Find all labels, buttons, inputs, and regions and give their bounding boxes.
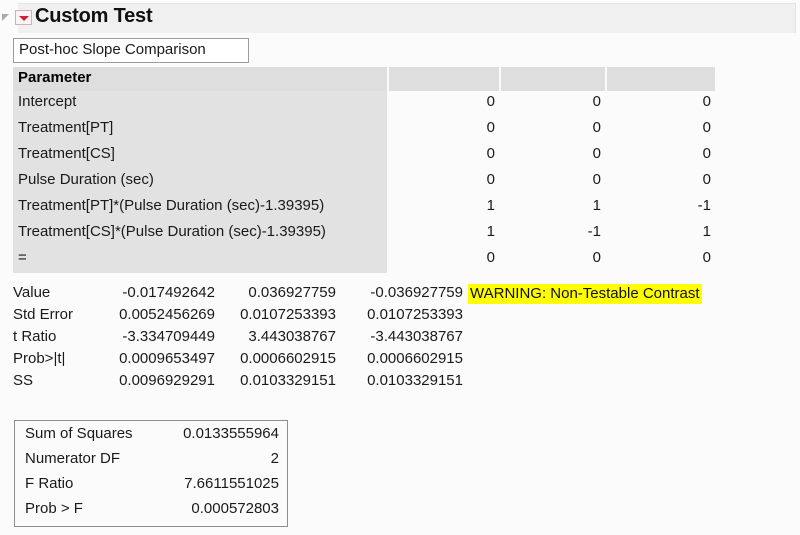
contrast-coefficient-cell[interactable]: 0 (389, 119, 495, 136)
contrast-coefficient-cell[interactable]: 1 (389, 197, 495, 214)
parameter-name-cell: = (13, 247, 387, 273)
contrast-statistics-block: Value -0.017492642 0.036927759 -0.036927759… (13, 284, 793, 394)
statistic-row: t Ratio -3.334709449 3.443038767 -3.4430387… (13, 328, 793, 350)
parameter-name-cell: Treatment[CS]*(Pulse Duration (sec)-1.39… (13, 221, 387, 247)
table-row: Pulse Duration (sec) 0 0 0 (13, 169, 715, 195)
disclosure-triangle-icon[interactable] (2, 14, 9, 21)
statistic-label: SS (13, 372, 34, 389)
contrast-coefficient-cell[interactable]: 1 (607, 223, 711, 240)
statistic-row: Prob>|t| 0.0009653497 0.0006602915 0.000660… (13, 350, 793, 372)
parameter-name-label: Intercept (18, 93, 77, 110)
contrast-coefficient-cell[interactable]: 0 (501, 145, 601, 162)
statistic-value: -0.017492642 (122, 284, 215, 301)
statistic-label: Std Error (13, 306, 74, 323)
contrast-coefficient-cell[interactable]: -1 (501, 223, 601, 240)
page-title: Custom Test (35, 5, 153, 27)
statistic-value: 0.0107253393 (367, 306, 463, 323)
table-row: Treatment[PT] 0 0 0 (13, 117, 715, 143)
custom-test-outline-header[interactable]: Custom Test (0, 0, 800, 33)
contrast-coefficient-cell[interactable]: 0 (501, 249, 601, 266)
summary-value: 0.000572803 (191, 500, 279, 517)
statistic-value: 0.0006602915 (367, 350, 463, 367)
parameter-name-label: Treatment[PT]*(Pulse Duration (sec)-1.39… (18, 197, 325, 214)
status-badge: WARNING: Non-Testable Contrast (468, 284, 702, 304)
column-header-contrast-3[interactable] (607, 67, 715, 91)
parameter-table-header-row: Parameter (13, 67, 715, 91)
summary-row: Numerator DF 2 (25, 450, 279, 475)
test-name-input[interactable]: Post-hoc Slope Comparison (13, 38, 249, 63)
contrast-coefficient-cell[interactable]: 0 (501, 171, 601, 188)
statistic-value: 3.443038767 (248, 328, 336, 345)
parameter-table-body: Intercept 0 0 0 Treatment[PT] 0 0 0 Treatment[CS… (13, 91, 715, 273)
column-header-contrast-1[interactable] (389, 67, 499, 91)
parameter-name-cell: Treatment[PT] (13, 117, 387, 143)
parameter-name-cell: Intercept (13, 91, 387, 117)
statistic-value: 0.0009653497 (119, 350, 215, 367)
test-name-value: Post-hoc Slope Comparison (19, 41, 206, 58)
contrast-coefficient-cell[interactable]: 0 (607, 93, 711, 110)
summary-label: Numerator DF (25, 450, 121, 467)
parameter-name-label: Treatment[CS] (18, 145, 115, 162)
parameter-name-label: Pulse Duration (sec) (18, 171, 154, 188)
ftest-summary-box: Sum of Squares 0.0133555964 Numerator DF 2 F… (14, 420, 288, 527)
contrast-coefficient-cell[interactable]: -1 (607, 197, 711, 214)
summary-row: Prob > F 0.000572803 (25, 500, 279, 525)
red-triangle-menu-icon[interactable] (15, 10, 32, 25)
parameter-name-label: Treatment[CS]*(Pulse Duration (sec)-1.39… (18, 223, 326, 240)
table-row: Treatment[CS] 0 0 0 (13, 143, 715, 169)
parameter-name-label: = (18, 249, 27, 266)
contrast-coefficient-cell[interactable]: 0 (389, 145, 495, 162)
column-header-parameter-label: Parameter (18, 69, 92, 86)
summary-value: 2 (270, 450, 279, 467)
parameter-name-cell: Treatment[PT]*(Pulse Duration (sec)-1.39… (13, 195, 387, 221)
summary-label: Sum of Squares (25, 425, 133, 442)
column-header-parameter[interactable]: Parameter (13, 67, 387, 91)
summary-value: 0.0133555964 (183, 425, 279, 442)
contrast-coefficient-cell[interactable]: 1 (501, 197, 601, 214)
statistic-value: -0.036927759 (370, 284, 463, 301)
contrast-coefficient-cell[interactable]: 0 (389, 171, 495, 188)
statistic-value: 0.0096929291 (119, 372, 215, 389)
summary-label: Prob > F (25, 500, 83, 517)
table-row: Intercept 0 0 0 (13, 91, 715, 117)
statistic-value: 0.036927759 (248, 284, 336, 301)
contrast-coefficient-cell[interactable]: 0 (607, 119, 711, 136)
parameter-name-cell: Pulse Duration (sec) (13, 169, 387, 195)
summary-row: F Ratio 7.6611551025 (25, 475, 279, 500)
statistic-value: 0.0052456269 (119, 306, 215, 323)
statistic-value: 0.0103329151 (240, 372, 336, 389)
statistic-label: Prob>|t| (13, 350, 66, 367)
statistic-row: SS 0.0096929291 0.0103329151 0.0103329151 (13, 372, 793, 394)
statistic-row: Std Error 0.0052456269 0.0107253393 0.01072… (13, 306, 793, 328)
statistic-value: 0.0103329151 (367, 372, 463, 389)
contrast-coefficient-cell[interactable]: 0 (389, 249, 495, 266)
contrast-coefficient-cell[interactable]: 0 (501, 119, 601, 136)
contrast-coefficient-cell[interactable]: 0 (501, 93, 601, 110)
contrast-coefficient-cell[interactable]: 0 (607, 145, 711, 162)
contrast-coefficient-cell[interactable]: 1 (389, 223, 495, 240)
summary-value: 7.6611551025 (184, 475, 279, 492)
red-triangle-glyph (19, 16, 29, 21)
parameter-name-label: Treatment[PT] (18, 119, 114, 136)
statistic-value: 0.0107253393 (240, 306, 336, 323)
table-row: Treatment[CS]*(Pulse Duration (sec)-1.39… (13, 221, 715, 247)
ftest-summary-rows: Sum of Squares 0.0133555964 Numerator DF 2 F… (25, 425, 279, 525)
summary-row: Sum of Squares 0.0133555964 (25, 425, 279, 450)
parameter-matrix-table: Parameter Intercept 0 0 0 Treatment[PT] 0 0 0 Tr… (13, 67, 715, 273)
contrast-coefficient-cell[interactable]: 0 (607, 171, 711, 188)
table-row: = 0 0 0 (13, 247, 715, 273)
statistic-label: Value (13, 284, 51, 301)
contrast-coefficient-cell[interactable]: 0 (389, 93, 495, 110)
statistic-value: 0.0006602915 (240, 350, 336, 367)
statistic-label: t Ratio (13, 328, 57, 345)
statistic-value: -3.334709449 (122, 328, 215, 345)
parameter-name-cell: Treatment[CS] (13, 143, 387, 169)
column-header-contrast-2[interactable] (501, 67, 605, 91)
statistic-value: -3.443038767 (370, 328, 463, 345)
contrast-coefficient-cell[interactable]: 0 (607, 249, 711, 266)
summary-label: F Ratio (25, 475, 74, 492)
table-row: Treatment[PT]*(Pulse Duration (sec)-1.39… (13, 195, 715, 221)
